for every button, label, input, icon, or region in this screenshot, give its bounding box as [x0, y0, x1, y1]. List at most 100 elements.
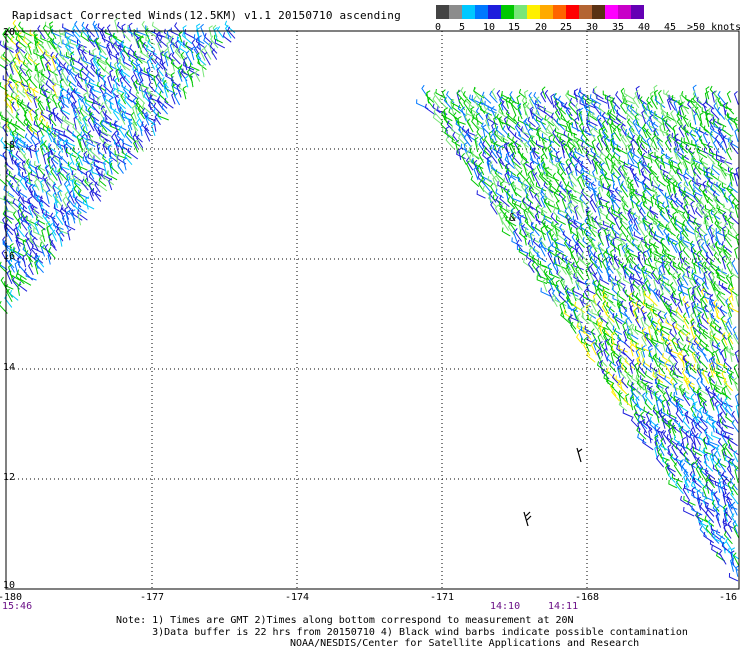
wind-barb: [53, 68, 59, 83]
wind-barb: [621, 377, 629, 389]
wind-barb: [734, 203, 739, 218]
wind-barb: [679, 283, 685, 296]
wind-barb: [103, 159, 108, 175]
wind-barb: [593, 298, 602, 309]
wind-barb: [9, 289, 19, 301]
wind-barb: [664, 375, 672, 386]
lat-label-10: 10: [3, 580, 16, 591]
wind-barb: [121, 82, 132, 93]
wind-barb: [87, 116, 95, 132]
wind-barb: [642, 438, 654, 451]
contaminated-barbs: [523, 447, 583, 527]
wind-barb: [200, 23, 206, 37]
wind-barb: [64, 220, 76, 231]
wind-barb: [691, 402, 702, 414]
wind-barb: [491, 164, 503, 175]
wind-barb: [45, 189, 50, 204]
wind-barb: [24, 89, 33, 103]
wind-barb: [617, 175, 622, 188]
wind-barb: [723, 363, 735, 374]
wind-barb: [699, 415, 708, 428]
wind-barb: [124, 152, 133, 166]
wind-barb: [661, 280, 671, 293]
wind-barb: [529, 179, 541, 192]
wind-barb: [731, 259, 739, 275]
wind-barb: [716, 371, 722, 386]
wind-barb: [45, 37, 52, 50]
time-label-mid: 14:10: [490, 601, 521, 612]
wind-barb: [732, 332, 740, 345]
wind-barb: [27, 41, 32, 55]
time-label-right: 14:11: [548, 601, 579, 612]
wind-barb: [68, 161, 75, 177]
wind-barb: [122, 138, 133, 148]
wind-barb: [81, 133, 87, 148]
wind-barb: [682, 159, 690, 175]
wind-barb: [446, 120, 455, 132]
wind-barb: [129, 44, 137, 56]
wind-barb: [29, 108, 34, 122]
wind-barb: [715, 348, 720, 364]
wind-barb: [467, 128, 477, 137]
lat-label-20: 20: [3, 27, 16, 38]
wind-barb: [662, 392, 671, 406]
wind-barb: [687, 286, 692, 301]
time-label-left: 15:46: [2, 601, 33, 612]
note-line-2: 3)Data buffer is 22 hrs from 20150710 4)…: [116, 626, 688, 638]
credit-line: NOAA/NESDIS/Center for Satellite Applica…: [290, 638, 640, 649]
wind-barb: [696, 462, 709, 472]
wind-barb: [643, 406, 654, 416]
notes-block: Note: 1) Times are GMT 2)Times along bot…: [116, 615, 688, 638]
wind-barb: [102, 141, 107, 154]
wind-barb: [666, 409, 677, 419]
wind-barb: [606, 246, 611, 259]
wind-barb: [679, 142, 689, 154]
wind-barb: [648, 348, 654, 362]
wind-barb: [644, 392, 653, 406]
wind-barb: [637, 254, 645, 270]
wind-barb: [505, 96, 510, 109]
wind-barb: [6, 270, 13, 285]
lat-label-14: 14: [3, 362, 16, 373]
wind-barb: [658, 90, 664, 104]
wind-barb: [22, 254, 27, 268]
note-line-1: Note: 1) Times are GMT 2)Times along bot…: [116, 615, 574, 626]
wind-barb: [652, 303, 666, 314]
wind-barb: [592, 169, 597, 182]
wind-barb: [689, 363, 697, 374]
lon-label-165: -16: [719, 592, 738, 603]
lon-label-171: -171: [430, 592, 455, 603]
wind-barb: [731, 222, 739, 236]
wind-barb: [693, 261, 698, 274]
wind-barb: [733, 91, 739, 105]
wind-barb: [174, 92, 181, 106]
wind-barb: [632, 96, 640, 109]
wind-barb: [693, 112, 698, 125]
wind-barb: [682, 392, 691, 407]
black-barb: [523, 511, 532, 527]
wind-barb: [734, 350, 739, 363]
wind-barb: [28, 144, 34, 158]
wind-barb: [656, 426, 664, 441]
wind-barb: [51, 229, 58, 242]
wind-barb: [64, 116, 75, 126]
wind-barb: [675, 311, 685, 323]
wind-barb: [650, 270, 660, 285]
wind-barb: [98, 71, 107, 83]
wind-barb: [597, 134, 603, 149]
wind-barb: [591, 139, 597, 154]
wind-barb: [478, 140, 487, 155]
wind-barb: [734, 246, 739, 259]
wind-barb: [136, 138, 145, 152]
wind-barb: [697, 476, 707, 490]
wind-barb: [194, 69, 201, 82]
wind-barb: [649, 315, 659, 325]
wind-barb: [544, 192, 555, 203]
wind-barb: [101, 170, 113, 181]
wind-barb: [448, 108, 460, 121]
wind-barb: [693, 401, 698, 413]
wind-barb: [425, 91, 435, 103]
wind-barb: [201, 63, 206, 78]
wind-barb: [528, 135, 536, 147]
wind-barb-swaths: [0, 17, 740, 582]
